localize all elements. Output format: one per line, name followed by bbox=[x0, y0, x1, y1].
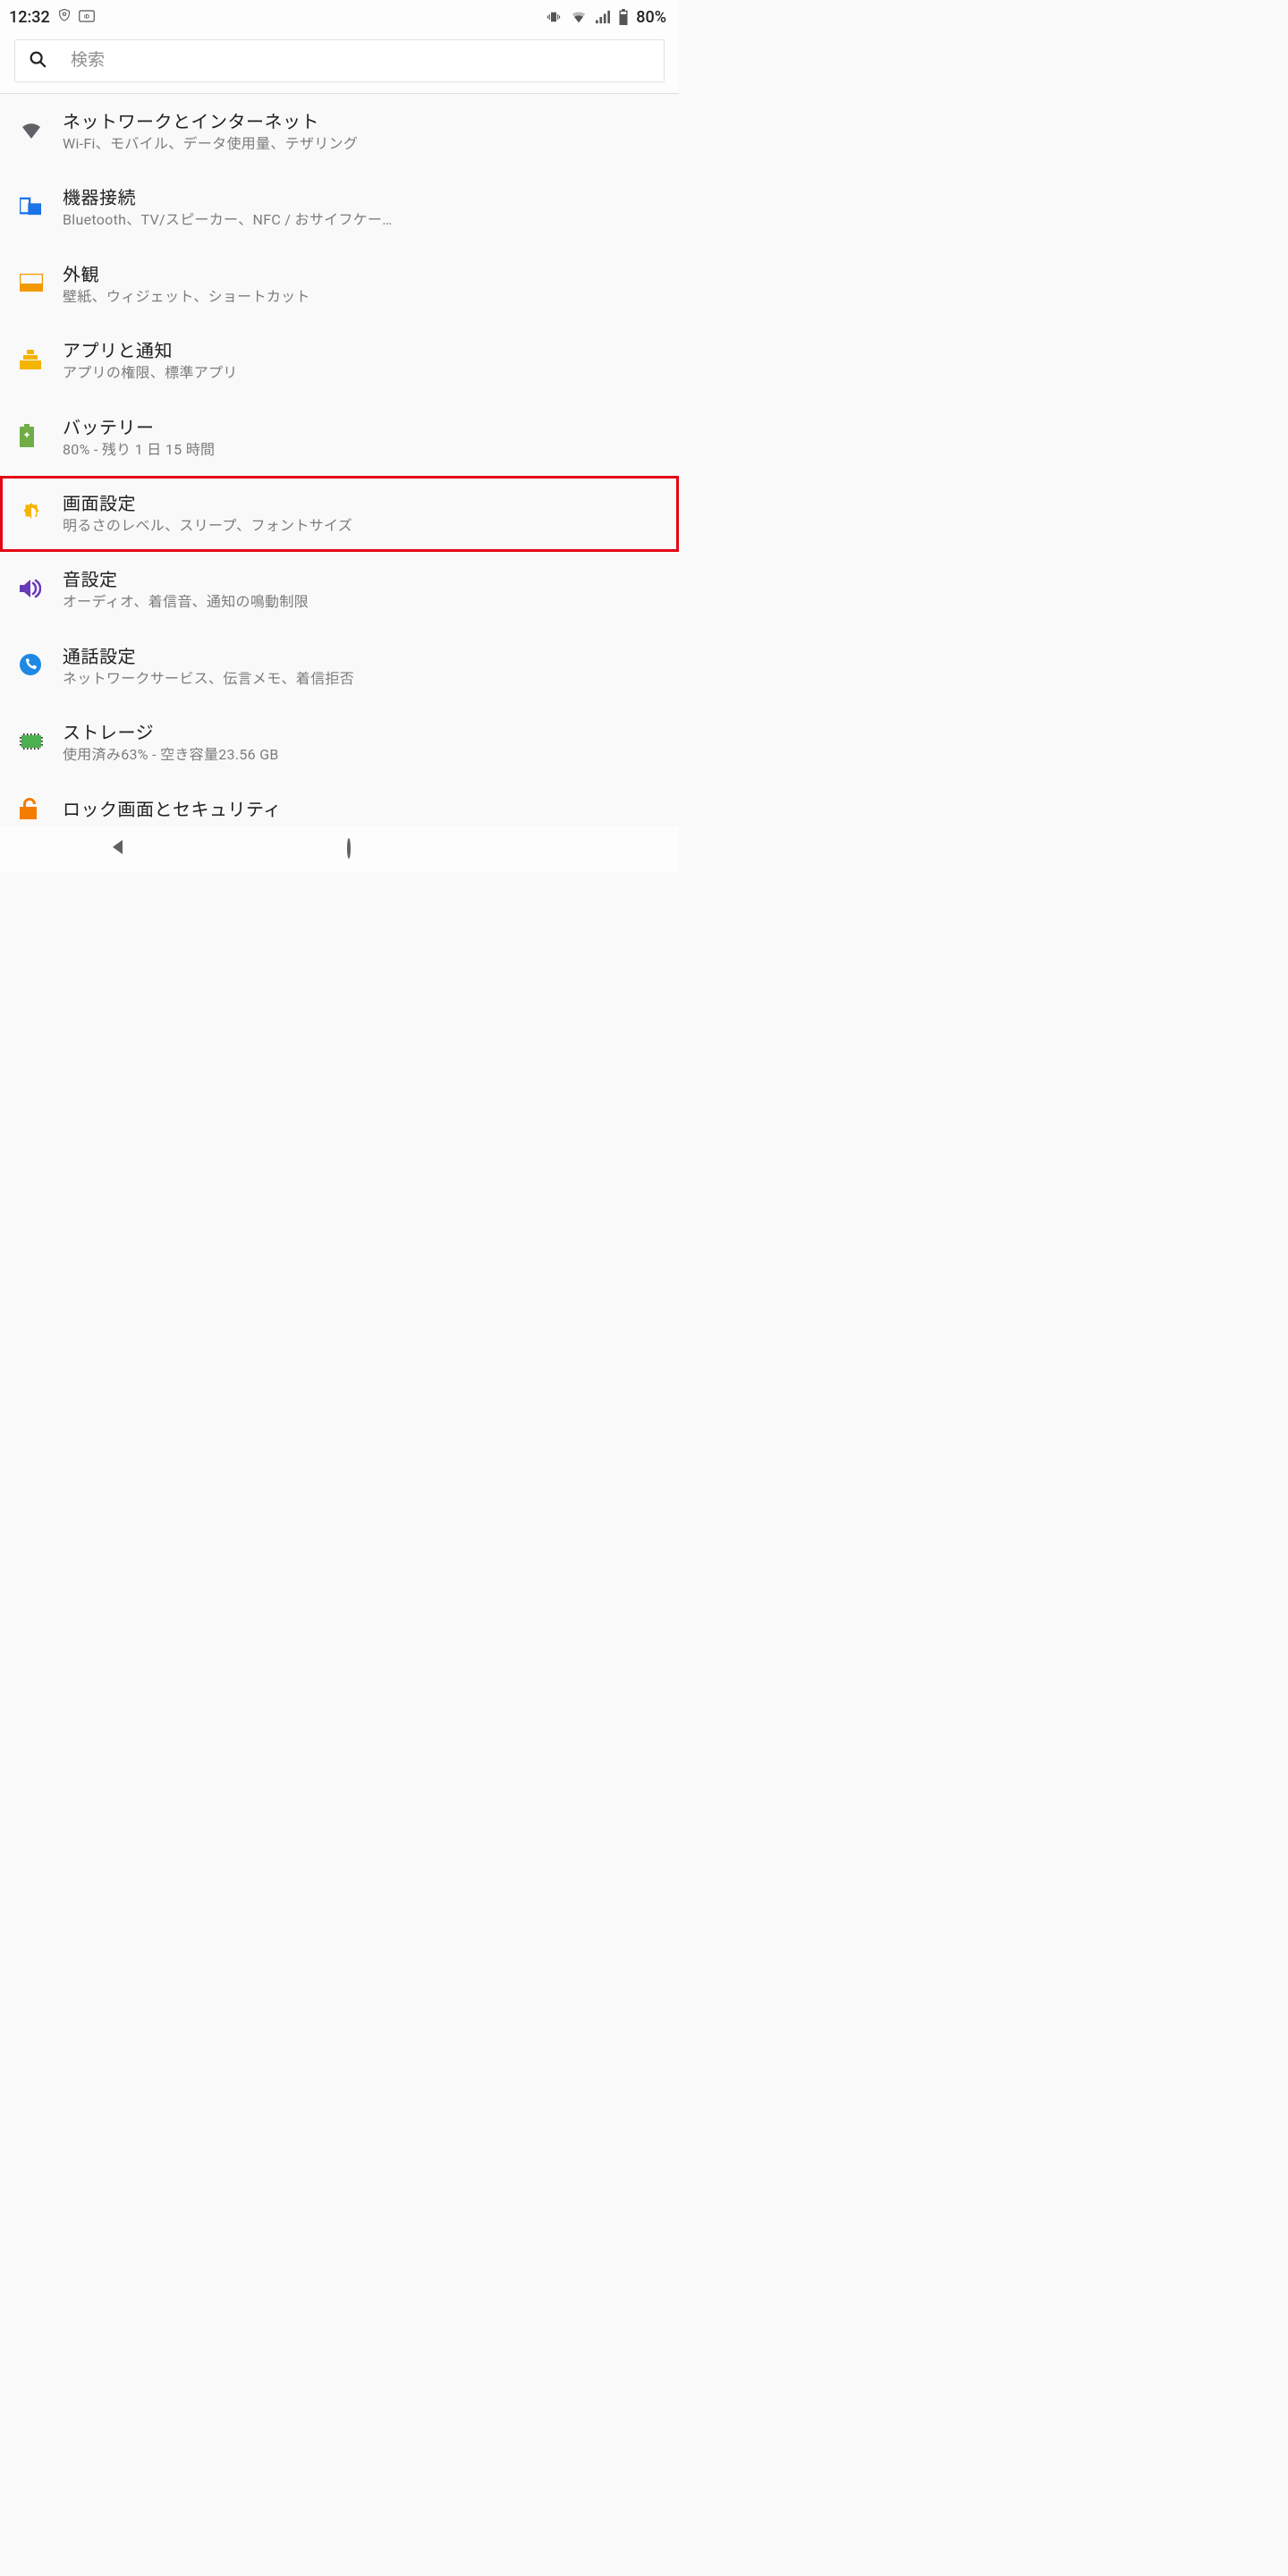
settings-item-sound[interactable]: 音設定 オーディオ、着信音、通知の鳴動制限 bbox=[0, 552, 679, 628]
phone-icon bbox=[20, 654, 41, 679]
item-subtitle: 明るさのレベル、スリープ、フォントサイズ bbox=[63, 516, 665, 536]
item-subtitle: Bluetooth、TV/スピーカー、NFC / おサイフケー… bbox=[63, 210, 665, 230]
wallpaper-icon bbox=[20, 274, 43, 295]
settings-item-storage[interactable]: ストレージ 使用済み63% - 空き容量23.56 GB bbox=[0, 705, 679, 781]
wifi-icon bbox=[570, 10, 588, 24]
settings-item-call[interactable]: 通話設定 ネットワークサービス、伝言メモ、着信拒否 bbox=[0, 629, 679, 705]
wifi-settings-icon bbox=[20, 122, 43, 143]
signal-icon bbox=[595, 10, 611, 24]
item-title: 通話設定 bbox=[63, 645, 665, 669]
item-title: 音設定 bbox=[63, 568, 665, 592]
item-subtitle: ネットワークサービス、伝言メモ、着信拒否 bbox=[63, 669, 665, 689]
settings-item-apps[interactable]: アプリと通知 アプリの権限、標準アプリ bbox=[0, 323, 679, 399]
settings-item-network[interactable]: ネットワークとインターネット Wi-Fi、モバイル、データ使用量、テザリング bbox=[0, 94, 679, 170]
status-time: 12:32 bbox=[9, 8, 50, 27]
brightness-icon bbox=[20, 501, 43, 528]
status-bar: 12:32 iD 80% bbox=[0, 0, 679, 32]
id-icon: iD bbox=[79, 8, 95, 27]
settings-item-appearance[interactable]: 外観 壁紙、ウィジェット、ショートカット bbox=[0, 247, 679, 323]
item-subtitle: オーディオ、着信音、通知の鳴動制限 bbox=[63, 592, 665, 612]
search-bar-container bbox=[0, 32, 679, 94]
svg-text:iD: iD bbox=[84, 14, 90, 20]
item-title: ネットワークとインターネット bbox=[63, 110, 665, 134]
battery-icon bbox=[618, 9, 629, 25]
item-title: 外観 bbox=[63, 263, 665, 287]
system-nav-bar bbox=[0, 826, 679, 871]
settings-item-connected[interactable]: 機器接続 Bluetooth、TV/スピーカー、NFC / おサイフケー… bbox=[0, 170, 679, 246]
storage-icon bbox=[20, 733, 43, 753]
item-title: 画面設定 bbox=[63, 492, 665, 516]
nav-back-button[interactable] bbox=[110, 838, 128, 860]
item-subtitle: 壁紙、ウィジェット、ショートカット bbox=[63, 287, 665, 307]
item-title: 機器接続 bbox=[63, 186, 665, 210]
apps-icon bbox=[20, 350, 41, 373]
item-title: ロック画面とセキュリティ bbox=[63, 798, 665, 822]
volume-icon bbox=[20, 579, 41, 602]
vibrate-icon bbox=[545, 9, 563, 25]
item-title: ストレージ bbox=[63, 721, 665, 745]
search-card[interactable] bbox=[14, 39, 665, 82]
search-icon bbox=[28, 49, 47, 72]
nav-home-button[interactable] bbox=[347, 840, 351, 857]
item-subtitle: 使用済み63% - 空き容量23.56 GB bbox=[63, 745, 665, 765]
battery-settings-icon bbox=[20, 424, 34, 451]
item-subtitle: Wi-Fi、モバイル、データ使用量、テザリング bbox=[63, 134, 665, 154]
item-subtitle: 80% - 残り 1 日 15 時間 bbox=[63, 440, 665, 460]
settings-item-security[interactable]: ロック画面とセキュリティ bbox=[0, 782, 679, 826]
lock-icon bbox=[20, 798, 39, 823]
item-title: アプリと通知 bbox=[63, 339, 665, 363]
search-input[interactable] bbox=[69, 50, 651, 72]
shield-icon bbox=[57, 7, 72, 28]
item-subtitle: アプリの権限、標準アプリ bbox=[63, 363, 665, 383]
settings-list: ネットワークとインターネット Wi-Fi、モバイル、データ使用量、テザリング 機… bbox=[0, 94, 679, 826]
item-title: バッテリー bbox=[63, 416, 665, 440]
settings-item-battery[interactable]: バッテリー 80% - 残り 1 日 15 時間 bbox=[0, 400, 679, 476]
battery-percent: 80% bbox=[636, 8, 666, 27]
devices-icon bbox=[20, 197, 43, 220]
settings-item-display[interactable]: 画面設定 明るさのレベル、スリープ、フォントサイズ bbox=[0, 476, 679, 552]
